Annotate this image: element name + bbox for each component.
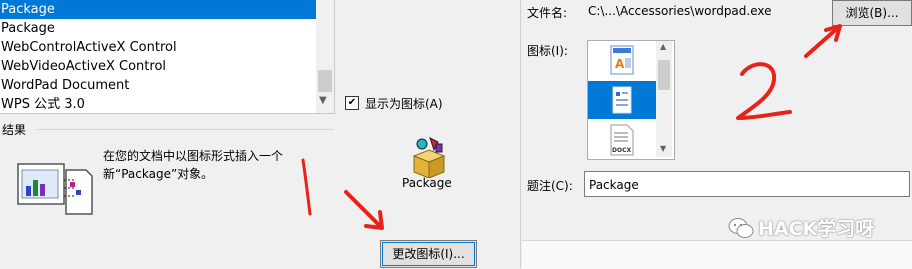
- annotation-arrow-left: [344, 190, 384, 230]
- icon-list-scrollbar[interactable]: [656, 41, 672, 157]
- icon-option[interactable]: [588, 81, 656, 119]
- wordpad-doc-icon: A: [610, 45, 634, 75]
- browse-button[interactable]: 浏览(B)...: [832, 0, 912, 26]
- list-scrollbar-thumb[interactable]: [318, 70, 332, 92]
- caption-input[interactable]: Package: [584, 171, 910, 197]
- list-item[interactable]: WebControlActiveX Control: [0, 38, 317, 57]
- display-as-icon-checkbox[interactable]: ✔: [345, 96, 359, 110]
- icon-list-label: 图标(I):: [527, 44, 568, 58]
- list-item[interactable]: WebVideoActiveX Control: [0, 57, 317, 76]
- docx-icon: DOCX: [610, 124, 634, 156]
- package-icon: [412, 137, 446, 178]
- list-item[interactable]: WPS 公式 3.0: [0, 95, 317, 114]
- list-item[interactable]: Package: [0, 0, 317, 19]
- wordpad-selected-icon: [612, 86, 632, 114]
- svg-text:A: A: [615, 57, 625, 71]
- change-icon-button[interactable]: 更改图标(I)...: [380, 240, 477, 268]
- watermark-text: HACK学习呀: [758, 218, 875, 240]
- icon-option[interactable]: DOCX: [588, 121, 656, 159]
- chevron-up-icon[interactable]: ▲: [660, 42, 666, 51]
- file-name-value: C:\...\Accessories\wordpad.exe: [588, 4, 772, 18]
- package-icon-label: Package: [402, 176, 452, 190]
- chevron-down-icon[interactable]: ▼: [660, 144, 666, 153]
- display-as-icon-label[interactable]: 显示为图标(A): [365, 95, 443, 112]
- result-divider: [36, 129, 334, 130]
- dialog-footer: [522, 240, 912, 269]
- chevron-down-icon[interactable]: ▼: [319, 95, 327, 106]
- list-item[interactable]: Package: [0, 19, 317, 38]
- svg-text:DOCX: DOCX: [612, 147, 631, 154]
- caption-label: 题注(C):: [527, 179, 573, 193]
- icon-list-scrollbar-thumb[interactable]: [658, 60, 670, 90]
- icon-option[interactable]: A: [588, 41, 656, 79]
- file-name-label: 文件名:: [527, 6, 568, 20]
- wechat-logo-icon: [728, 218, 754, 238]
- result-description: 在您的文档中以图标形式插入一个新“Package”对象。: [103, 149, 284, 181]
- insert-as-icon-illustration-icon: [17, 163, 93, 215]
- object-type-list[interactable]: Package Package WebControlActiveX Contro…: [0, 0, 335, 114]
- list-item[interactable]: WordPad Document: [0, 76, 317, 95]
